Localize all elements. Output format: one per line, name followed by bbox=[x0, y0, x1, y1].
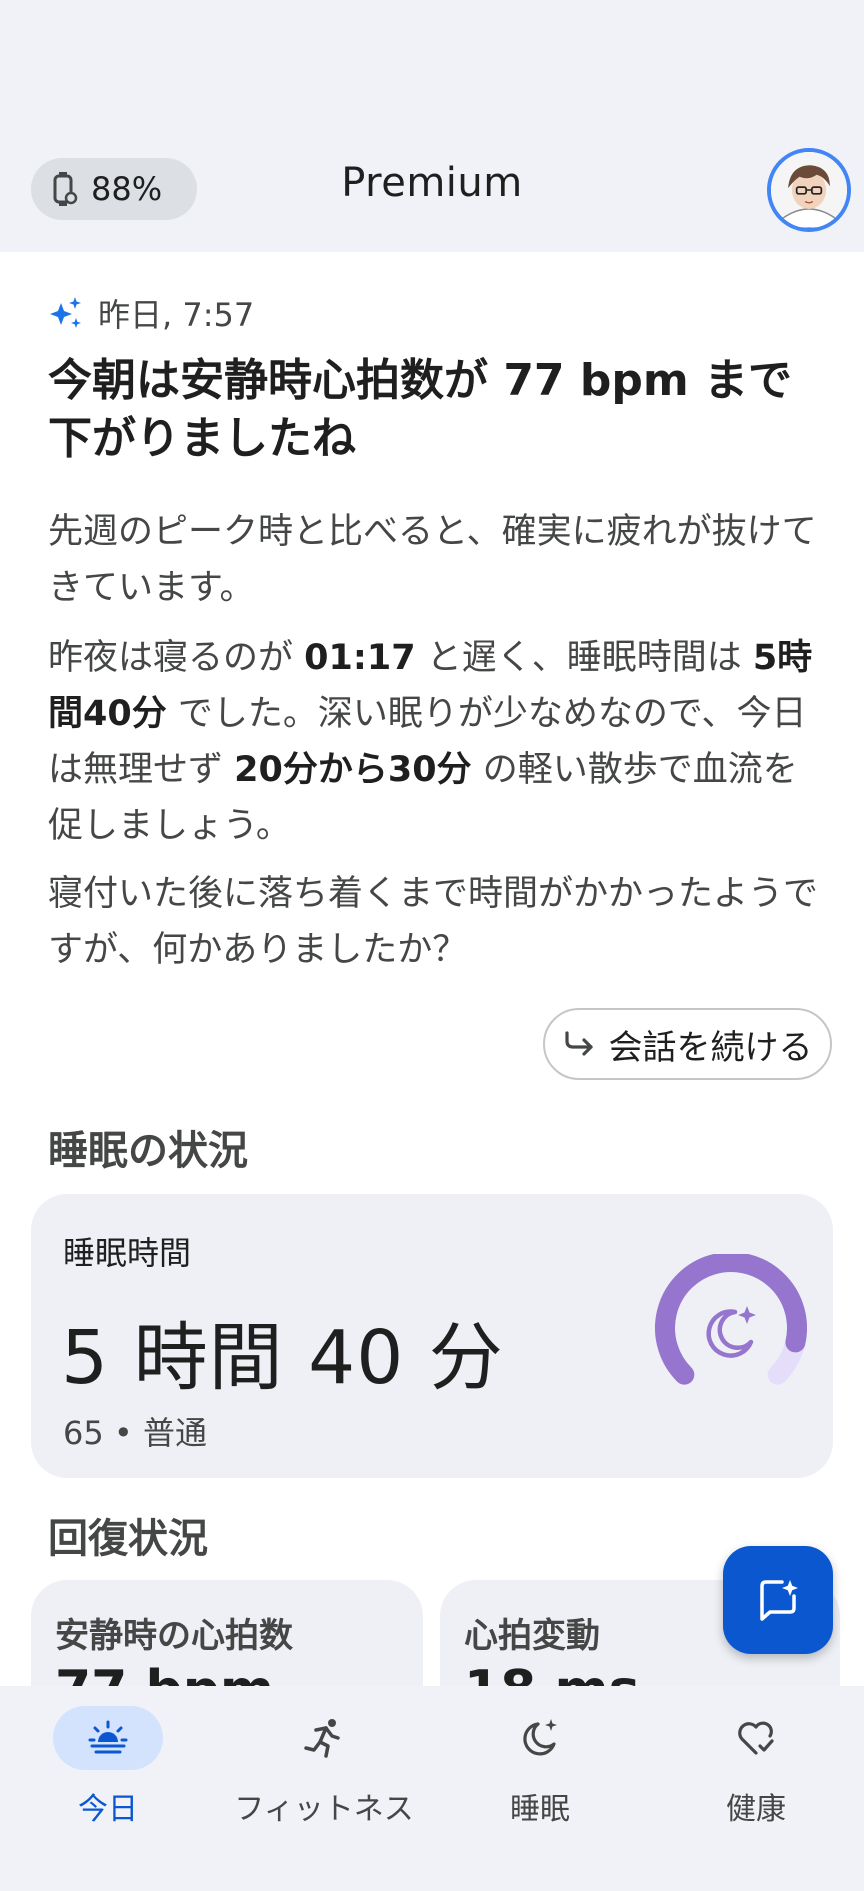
nav-icon-container bbox=[485, 1706, 595, 1770]
insight-meta: 昨日, 7:57 bbox=[48, 290, 254, 336]
text-segment: と遅く、睡眠時間は bbox=[415, 638, 753, 678]
nav-item-fitness[interactable]: フィットネス bbox=[216, 1696, 432, 1827]
nav-icon-container bbox=[269, 1706, 379, 1770]
nav-label-sleep: 睡眠 bbox=[510, 1792, 570, 1827]
text-segment: 昨夜は寝るのが bbox=[48, 638, 305, 678]
hrv-label: 心拍変動 bbox=[464, 1616, 600, 1656]
nav-icon-container bbox=[701, 1706, 811, 1770]
sleep-card-label: 睡眠時間 bbox=[63, 1234, 192, 1272]
sleep-duration: 5 時間 40 分 bbox=[61, 1315, 504, 1401]
page-title: Premium bbox=[341, 160, 523, 206]
bottom-navigation: 今日 フィットネス 睡眠 健康 bbox=[0, 1686, 864, 1891]
insight-timestamp: 昨日, 7:57 bbox=[98, 296, 255, 334]
resting-heart-rate-label: 安静時の心拍数 bbox=[55, 1616, 293, 1656]
top-bar: 88% Premium bbox=[0, 0, 864, 252]
insight-paragraph: 先週のピーク時と比べると、確実に疲れが抜けてきています。 bbox=[48, 512, 817, 608]
continue-conversation-label: 会話を続ける bbox=[608, 1027, 813, 1068]
sleep-card[interactable]: 睡眠時間 5 時間 40 分 65 • 普通 bbox=[31, 1194, 833, 1478]
user-avatar-illustration bbox=[771, 152, 847, 228]
bold-segment: 20分から30分 bbox=[234, 750, 472, 790]
moon-sparkle-icon bbox=[706, 1306, 756, 1358]
nav-item-health[interactable]: 健康 bbox=[648, 1696, 864, 1827]
recovery-section-title: 回復状況 bbox=[48, 1516, 208, 1562]
nav-label-today: 今日 bbox=[78, 1792, 138, 1827]
sleep-section-title: 睡眠の状況 bbox=[48, 1128, 248, 1174]
nav-label-health: 健康 bbox=[726, 1792, 786, 1827]
resting-heart-rate-card[interactable]: 安静時の心拍数 77 bpm bbox=[31, 1580, 423, 1686]
nav-icon-container bbox=[53, 1706, 163, 1770]
resting-heart-rate-value: 77 bpm bbox=[55, 1660, 274, 1686]
insight-question: 寝付いた後に落ち着くまで時間がかかったようですが、何かありましたか？ bbox=[48, 874, 819, 970]
ai-chat-fab[interactable] bbox=[723, 1546, 833, 1654]
nav-item-today[interactable]: 今日 bbox=[0, 1696, 216, 1827]
nav-label-fitness: フィットネス bbox=[234, 1792, 414, 1827]
insight-title: 今朝は安静時心拍数が 77 bpm まで下がりましたね bbox=[48, 355, 793, 464]
bold-segment: 01:17 bbox=[304, 638, 416, 678]
reply-arrow-icon bbox=[564, 1031, 593, 1056]
heart-check-icon bbox=[738, 1721, 774, 1755]
continue-conversation-button[interactable]: 会話を続ける bbox=[543, 1008, 832, 1080]
sunrise-icon bbox=[88, 1720, 128, 1754]
sleep-score-ring bbox=[655, 1254, 807, 1385]
hrv-value: 18 ms bbox=[464, 1660, 640, 1686]
running-icon bbox=[304, 1719, 340, 1758]
avatar[interactable] bbox=[767, 148, 851, 232]
main-content[interactable]: 昨日, 7:57 今朝は安静時心拍数が 77 bpm まで下がりましたね 先週の… bbox=[0, 252, 864, 1686]
sleep-score-text: 65 • 普通 bbox=[63, 1414, 207, 1452]
insight-paragraph: 昨夜は寝るのが 01:17 と遅く、睡眠時間は 5時間40分 でした。深い眠りが… bbox=[48, 630, 828, 854]
moon-icon bbox=[523, 1719, 557, 1756]
nav-item-sleep[interactable]: 睡眠 bbox=[432, 1696, 648, 1827]
chat-sparkle-icon bbox=[760, 1580, 798, 1621]
sparkle-icon bbox=[50, 297, 81, 328]
